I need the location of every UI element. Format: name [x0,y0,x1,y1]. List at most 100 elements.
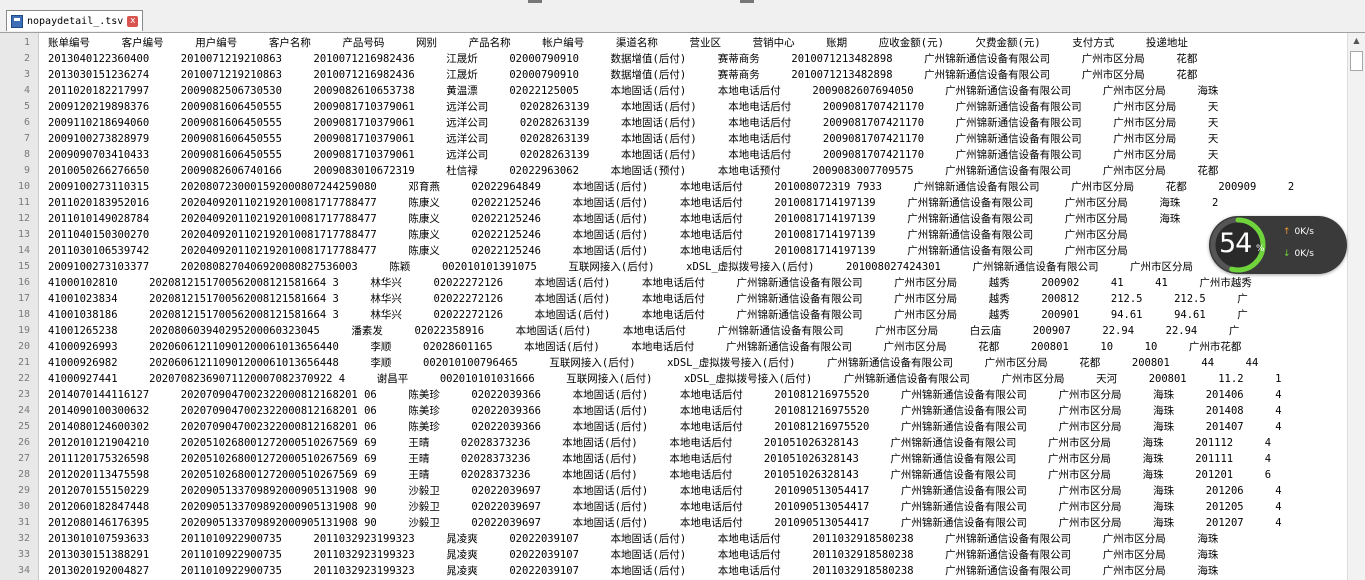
line-text[interactable]: 2009090703410433 2009081606450555 200908… [48,147,1218,163]
tab-nopaydetail[interactable]: nopaydetail_.tsv x [6,10,144,31]
editor-line[interactable]: 32 2013010107593633 2011010922900735 2011… [0,531,1347,547]
save-disk-icon [11,14,23,28]
editor-line[interactable]: 14 2011030106539742 202040920110219201008… [0,243,1347,259]
editor-line[interactable]: 11 2011020183952016 202040920110219201008… [0,195,1347,211]
editor-line[interactable]: 27 2011120175326598 202051026800127200051… [0,451,1347,467]
editor-line[interactable]: 31 2012080146176395 202090513370989200090… [0,515,1347,531]
editor-line[interactable]: 7 2009100273828979 2009081606450555 20090… [0,131,1347,147]
editor-line[interactable]: 13 2011040150300270 202040920110219201008… [0,227,1347,243]
line-text[interactable]: 2011040150300270 20204092011021920100817… [48,227,1128,243]
editor-line[interactable]: 20 41000926993 20206061211090120006101365… [0,339,1347,355]
line-text[interactable]: 2011120175326598 20205102680012720005102… [48,451,1271,467]
scroll-up-arrow-icon[interactable]: ▲ [1351,35,1362,46]
editor-line[interactable]: 33 2013030151388291 2011010922900735 2011… [0,547,1347,563]
vertical-scrollbar[interactable]: ▲ [1347,33,1365,580]
line-text[interactable]: 2012010121904210 20205102680012720005102… [48,435,1271,451]
line-text[interactable]: 2013030151236274 2010071219210863 201007… [48,67,1197,83]
editor-line[interactable]: 22 41000927441 20207082369071120007082370… [0,371,1347,387]
line-text[interactable]: 2012070155150229 20209051337098920009051… [48,483,1282,499]
editor-line[interactable]: 8 2009090703410433 2009081606450555 20090… [0,147,1347,163]
editor-line[interactable]: 18 41001038186 20208121517005620081215816… [0,307,1347,323]
line-number: 7 [23,133,30,144]
editor-line[interactable]: 29 2012070155150229 202090513370989200090… [0,483,1347,499]
line-number: 1 [23,37,30,48]
line-text[interactable]: 2009110218694060 2009081606450555 200908… [48,115,1218,131]
window-top-strip [0,0,1365,8]
editor-line[interactable]: 17 41001023834 20208121517005620081215816… [0,291,1347,307]
editor-line[interactable]: 25 2014080124600302 202070904700232200081… [0,419,1347,435]
editor-line[interactable]: 15 2009100273103377 202080827040692008082… [0,259,1347,275]
editor-line[interactable]: 9 2010050266276650 2009082606740166 20090… [0,163,1347,179]
editor-line[interactable]: 24 2014090100300632 202070904700232200081… [0,403,1347,419]
line-text[interactable]: 2014070144116127 20207090470023220008121… [48,387,1282,403]
tab-bar: nopaydetail_.tsv x [0,8,1365,33]
text-editor[interactable]: 1 账单编号 客户编号 用户编号 客户名称 产品号码 网别 产品名称 帐户编号 渠… [0,33,1347,580]
line-text[interactable]: 2010050266276650 2009082606740166 200908… [48,163,1218,179]
line-number: 15 [17,261,30,272]
line-number: 23 [17,389,30,400]
line-text[interactable]: 2011020182217997 2009082506730530 200908… [48,83,1218,99]
line-text[interactable]: 2013040122360400 2010071219210863 201007… [48,51,1197,67]
line-number: 27 [17,453,30,464]
line-number: 2 [23,53,30,64]
line-text[interactable]: 2009100273828979 2009081606450555 200908… [48,131,1218,147]
line-number: 13 [17,229,30,240]
editor-line[interactable]: 3 2013030151236274 2010071219210863 20100… [0,67,1347,83]
line-text[interactable]: 2009100273110315 20208072300015920008072… [48,179,1294,195]
editor-line[interactable]: 5 2009120219898376 2009081606450555 20090… [0,99,1347,115]
editor-line[interactable]: 2 2013040122360400 2010071219210863 20100… [0,51,1347,67]
editor-line[interactable]: 6 2009110218694060 2009081606450555 20090… [0,115,1347,131]
line-number: 16 [17,277,30,288]
download-arrow-icon: ↓ [1283,249,1291,259]
line-text[interactable]: 2014090100300632 20207090470023220008121… [48,403,1282,419]
line-text[interactable]: 2013020192004827 2011010922900735 201103… [48,563,1218,579]
editor-line[interactable]: 23 2014070144116127 202070904700232200081… [0,387,1347,403]
scrollbar-thumb[interactable] [1350,51,1363,71]
line-number: 33 [17,549,30,560]
editor-line[interactable]: 1 账单编号 客户编号 用户编号 客户名称 产品号码 网别 产品名称 帐户编号 渠… [0,35,1347,51]
line-number: 26 [17,437,30,448]
line-text[interactable]: 41001038186 2020812151700562008121581664… [48,307,1248,323]
editor-line[interactable]: 12 2011010149028784 202040920110219201008… [0,211,1347,227]
editor-line[interactable]: 19 41001265238 20208060394029520006032304… [0,323,1347,339]
upload-speed-value: 0K/s [1294,227,1314,237]
network-speed-widget[interactable]: 54 % ↑ 0K/s ↓ 0K/s [1209,216,1347,274]
editor-line[interactable]: 4 2011020182217997 2009082506730530 20090… [0,83,1347,99]
line-text[interactable]: 41000927441 2020708236907112000708237092… [48,371,1281,387]
editor-line[interactable]: 26 2012010121904210 202051026800127200051… [0,435,1347,451]
line-text[interactable]: 2012020113475598 20205102680012720005102… [48,467,1271,483]
line-text[interactable]: 41001265238 202080603940295200060323045 … [48,323,1239,339]
line-text[interactable]: 2012060182847448 20209051337098920009051… [48,499,1282,515]
line-text[interactable]: 2013010107593633 2011010922900735 201103… [48,531,1218,547]
line-number: 25 [17,421,30,432]
splitter-handle[interactable] [528,0,542,3]
line-text[interactable]: 2014080124600302 20207090470023220008121… [48,419,1282,435]
editor-line[interactable]: 34 2013020192004827 2011010922900735 2011… [0,563,1347,579]
splitter-handle[interactable] [740,0,754,3]
line-number: 17 [17,293,30,304]
line-text[interactable]: 41001023834 2020812151700562008121581664… [48,291,1248,307]
editor-line[interactable]: 16 41000102810 20208121517005620081215816… [0,275,1347,291]
line-text[interactable]: 2013030151388291 2011010922900735 201103… [48,547,1218,563]
line-text[interactable]: 2011020183952016 20204092011021920100817… [48,195,1218,211]
line-number: 6 [23,117,30,128]
line-text[interactable]: 2011030106539742 20204092011021920100817… [48,243,1128,259]
line-text[interactable]: 2012080146176395 20209051337098920009051… [48,515,1282,531]
line-text[interactable]: 2011010149028784 20204092011021920100817… [48,211,1180,227]
line-number: 32 [17,533,30,544]
line-text[interactable]: 2009100273103377 20208082704069200808275… [48,259,1193,275]
line-text[interactable]: 41000926982 2020606121109012000610136564… [48,355,1258,371]
line-text[interactable]: 41000926993 2020606121109012000610136564… [48,339,1241,355]
line-text[interactable]: 2009120219898376 2009081606450555 200908… [48,99,1218,115]
line-text[interactable]: 账单编号 客户编号 用户编号 客户名称 产品号码 网别 产品名称 帐户编号 渠道… [48,35,1188,51]
editor-line[interactable]: 30 2012060182847448 202090513370989200090… [0,499,1347,515]
editor-line[interactable]: 28 2012020113475598 202051026800127200051… [0,467,1347,483]
line-number: 34 [17,565,30,576]
line-number: 12 [17,213,30,224]
line-number: 14 [17,245,30,256]
close-tab-icon[interactable]: x [127,15,139,27]
usage-percent: 54 [1219,228,1252,259]
line-text[interactable]: 41000102810 2020812151700562008121581664… [48,275,1252,291]
editor-line[interactable]: 21 41000926982 20206061211090120006101365… [0,355,1347,371]
editor-line[interactable]: 10 2009100273110315 202080723000159200080… [0,179,1347,195]
